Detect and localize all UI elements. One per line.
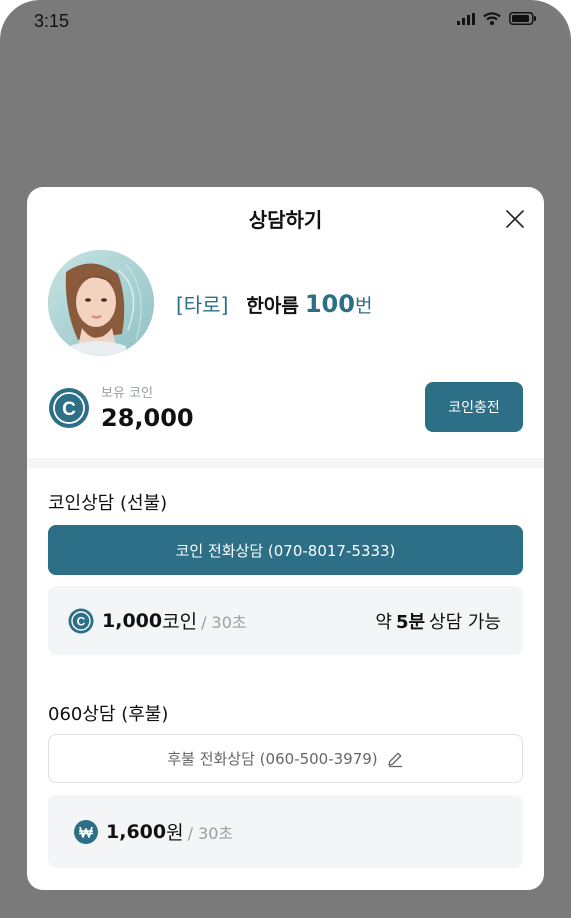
- coin-balance-label: 보유 코인: [101, 386, 153, 401]
- signal-icon: [457, 12, 475, 25]
- phone-screen: 3:15 상담하기 [타로] 한아름 100 번 C 보유 코인 28,000 …: [0, 0, 571, 918]
- close-icon[interactable]: [504, 208, 526, 230]
- coin-call-button[interactable]: 코인 전화상담 (070-8017-5333): [48, 525, 523, 575]
- section-divider: [27, 458, 544, 468]
- postpaid-call-button[interactable]: 후불 전화상담 (060-500-3979): [48, 734, 523, 783]
- prepaid-price: C 1,000 코인 / 30초: [68, 586, 247, 655]
- svg-text:C: C: [77, 614, 86, 628]
- postpaid-call-label: 후불 전화상담 (060-500-3979): [167, 750, 378, 768]
- counselor-info: [타로] 한아름 100 번: [176, 289, 372, 318]
- counselor-number: 100: [304, 290, 355, 318]
- postpaid-price-amount: 1,600: [106, 820, 167, 843]
- status-bar: 3:15: [0, 0, 571, 44]
- status-icons: [457, 12, 537, 25]
- available-duration-value: 5분: [395, 611, 426, 633]
- coin-charge-button[interactable]: 코인충전: [425, 382, 523, 432]
- prepaid-section-title: 코인상담 (선불): [48, 493, 168, 514]
- consultation-modal: 상담하기 [타로] 한아름 100 번 C 보유 코인 28,000 코인충전 …: [27, 187, 544, 890]
- pencil-icon: [388, 752, 402, 767]
- modal-title: 상담하기: [248, 208, 323, 232]
- counselor-number-suffix: 번: [354, 295, 373, 317]
- coin-icon: C: [49, 388, 89, 428]
- postpaid-section-title: 060상담 (후불): [48, 704, 169, 725]
- prepaid-price-amount: 1,000: [102, 609, 163, 632]
- counselor-name: 한아름: [246, 295, 299, 317]
- coin-balance-value: 28,000: [101, 404, 194, 432]
- counselor-avatar: [48, 250, 154, 356]
- svg-text:C: C: [62, 399, 76, 420]
- available-suffix: 상담 가능: [429, 611, 501, 633]
- prepaid-price-unit: 코인: [162, 611, 198, 633]
- available-duration: 약 5분 상담 가능: [375, 586, 501, 655]
- postpaid-price-per: / 30초: [187, 823, 234, 843]
- postpaid-price: 1,600 원 / 30초: [74, 795, 233, 868]
- postpaid-price-card: 1,600 원 / 30초: [48, 795, 523, 868]
- postpaid-price-unit: 원: [166, 822, 184, 844]
- battery-icon: [509, 12, 536, 25]
- wifi-icon: [483, 12, 501, 25]
- coin-icon: C: [68, 608, 94, 633]
- won-icon: [74, 819, 98, 844]
- counselor-category: [타로]: [176, 293, 229, 317]
- prepaid-price-card: C 1,000 코인 / 30초 약 5분 상담 가능: [48, 586, 523, 655]
- available-prefix: 약: [375, 611, 392, 633]
- status-time: 3:15: [34, 11, 70, 31]
- prepaid-price-per: / 30초: [201, 612, 247, 632]
